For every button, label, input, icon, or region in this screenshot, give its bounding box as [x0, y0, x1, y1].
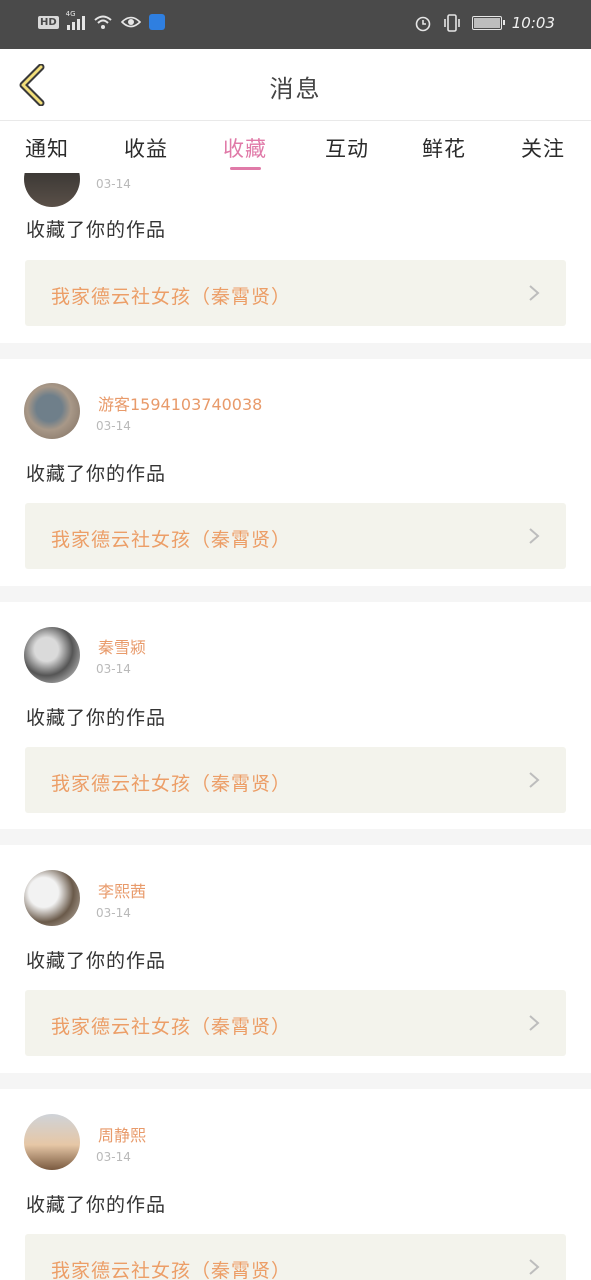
message-list[interactable]: 03-14 收藏了你的作品 我家德云社女孩（秦霄贤） 游客15941037400… — [0, 173, 591, 1280]
tab-favorites[interactable]: 收藏 — [223, 133, 267, 163]
battery-icon — [471, 16, 505, 30]
chevron-right-icon — [529, 1259, 540, 1275]
work-link[interactable]: 我家德云社女孩（秦霄贤） — [25, 747, 566, 813]
avatar[interactable] — [24, 383, 80, 439]
message-item: 周静熙 03-14 收藏了你的作品 我家德云社女孩（秦霄贤） — [0, 1089, 591, 1280]
message-date: 03-14 — [96, 1150, 131, 1164]
avatar[interactable] — [24, 870, 80, 926]
wifi-icon — [94, 15, 112, 29]
tab-earnings[interactable]: 收益 — [124, 133, 168, 163]
username[interactable]: 李熙茜 — [98, 878, 146, 902]
work-title: 我家德云社女孩（秦霄贤） — [51, 773, 292, 795]
message-date: 03-14 — [96, 419, 131, 433]
tab-following[interactable]: 关注 — [521, 133, 565, 163]
status-time: 10:03 — [511, 14, 555, 32]
message-action: 收藏了你的作品 — [26, 219, 167, 241]
status-left: HD 4G — [38, 10, 165, 30]
hd-badge: HD — [38, 15, 59, 29]
avatar[interactable] — [24, 627, 80, 683]
nav-bar: 消息 — [0, 49, 591, 121]
message-item: 03-14 收藏了你的作品 我家德云社女孩（秦霄贤） — [0, 173, 591, 343]
work-title: 我家德云社女孩（秦霄贤） — [51, 1016, 292, 1038]
message-action: 收藏了你的作品 — [26, 463, 167, 485]
avatar[interactable] — [24, 1114, 80, 1170]
signal-icon: 4G — [66, 10, 85, 30]
active-tab-indicator — [230, 167, 261, 170]
chevron-right-icon — [529, 1015, 540, 1031]
work-title: 我家德云社女孩（秦霄贤） — [51, 286, 292, 308]
chevron-right-icon — [529, 285, 540, 301]
message-item: 李熙茜 03-14 收藏了你的作品 我家德云社女孩（秦霄贤） — [0, 845, 591, 1073]
work-link[interactable]: 我家德云社女孩（秦霄贤） — [25, 990, 566, 1056]
username[interactable]: 游客1594103740038 — [98, 391, 262, 415]
work-title: 我家德云社女孩（秦霄贤） — [51, 529, 292, 551]
message-item: 秦雪颍 03-14 收藏了你的作品 我家德云社女孩（秦霄贤） — [0, 602, 591, 829]
tab-notifications[interactable]: 通知 — [25, 133, 69, 163]
message-date: 03-14 — [96, 662, 131, 676]
tab-flowers[interactable]: 鲜花 — [422, 133, 466, 163]
baidu-app-icon — [148, 14, 165, 30]
message-item: 游客1594103740038 03-14 收藏了你的作品 我家德云社女孩（秦霄… — [0, 359, 591, 586]
status-bar: HD 4G 10:03 — [0, 0, 591, 49]
tab-interactions[interactable]: 互动 — [325, 133, 369, 163]
username[interactable]: 秦雪颍 — [98, 634, 146, 658]
chevron-right-icon — [529, 772, 540, 788]
page-title: 消息 — [269, 75, 322, 103]
work-link[interactable]: 我家德云社女孩（秦霄贤） — [25, 1234, 566, 1280]
chevron-right-icon — [529, 528, 540, 544]
status-right: 10:03 — [414, 14, 555, 32]
tab-bar: 通知 收益 收藏 互动 鲜花 关注 — [0, 121, 591, 173]
work-title: 我家德云社女孩（秦霄贤） — [51, 1260, 292, 1280]
message-date: 03-14 — [96, 906, 131, 920]
message-action: 收藏了你的作品 — [26, 950, 167, 972]
alarm-icon — [415, 16, 431, 32]
work-link[interactable]: 我家德云社女孩（秦霄贤） — [25, 260, 566, 326]
divider — [0, 829, 591, 845]
message-action: 收藏了你的作品 — [26, 707, 167, 729]
divider — [0, 1073, 591, 1089]
network-type: 4G — [65, 10, 76, 18]
divider — [0, 343, 591, 359]
vibrate-icon — [443, 14, 460, 32]
message-date: 03-14 — [96, 177, 131, 191]
eye-icon — [120, 16, 141, 28]
message-action: 收藏了你的作品 — [26, 1194, 167, 1216]
avatar[interactable] — [24, 173, 80, 207]
work-link[interactable]: 我家德云社女孩（秦霄贤） — [25, 503, 566, 569]
divider — [0, 586, 591, 602]
username[interactable]: 周静熙 — [98, 1122, 146, 1146]
